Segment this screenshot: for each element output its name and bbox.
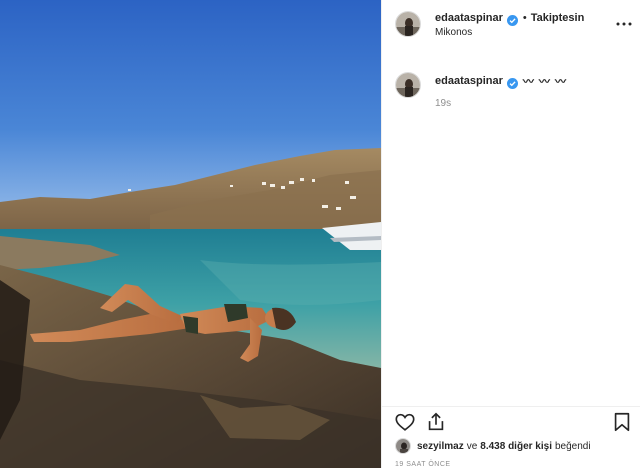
caption-age: 19s [435,98,452,109]
likes-connector: ve [466,440,478,452]
verified-badge-icon [506,13,518,26]
post-side-panel: edaataspinar • Takiptesin Mikonos edaata… [381,0,640,468]
caption-author-avatar[interactable] [395,72,421,98]
post-header: edaataspinar • Takiptesin Mikonos [382,0,640,50]
caption-author-username[interactable]: edaataspinar [435,75,503,87]
likes-summary: sezyilmaz ve 8.438 diğer kişi beğendi [395,438,594,454]
likes-suffix: beğendi [554,440,591,452]
author-avatar[interactable] [395,11,421,37]
post-actions-bar [382,406,640,434]
liker-avatar[interactable] [395,438,411,454]
verified-badge-icon [506,76,518,89]
first-liker-username[interactable]: sezyilmaz [417,441,464,452]
share-icon[interactable] [425,411,447,433]
post-photo[interactable] [0,0,381,468]
author-username[interactable]: edaataspinar [435,12,503,24]
other-likers-count[interactable]: 8.438 diğer kişi [480,441,552,452]
follow-status[interactable]: Takiptesin [531,12,585,24]
bookmark-icon[interactable] [611,411,633,433]
post-location[interactable]: Mikonos [435,27,472,38]
separator-dot: • [522,12,527,24]
beach-photo-image [0,0,381,468]
heart-icon[interactable] [394,411,416,433]
caption-text: 〰 〰 〰 [522,76,567,88]
more-options-icon[interactable] [615,16,633,26]
post-timestamp: 19 SAAT ÖNCE [395,461,451,468]
